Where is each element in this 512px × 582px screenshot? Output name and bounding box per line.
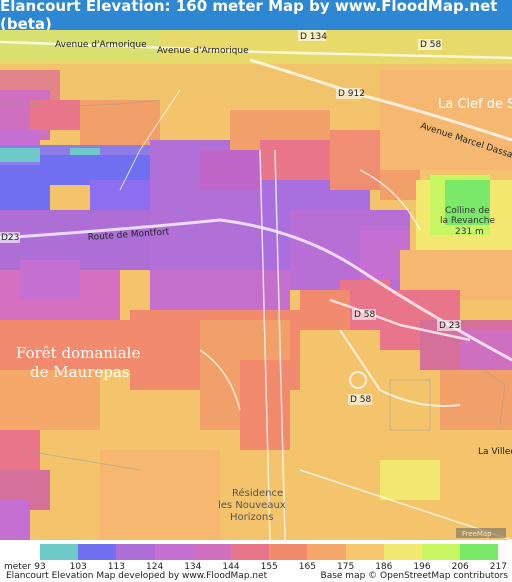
label-d23-left: D23	[1, 233, 19, 243]
label-residence: Résidence	[232, 487, 283, 499]
page-title: Elancourt Elevation: 160 meter Map by ww…	[0, 0, 498, 33]
legend-value-label: 165	[298, 562, 316, 572]
label-d58-mid: D 58	[354, 310, 376, 320]
legend-swatch	[154, 544, 193, 560]
map-canvas[interactable]: Avenue d'Armorique Avenue d'Armorique D …	[0, 30, 512, 540]
label-de-maurepas: de Maurepas	[30, 363, 130, 381]
label-la-revanche: la Revanche	[440, 216, 495, 226]
label-avenue-armorique-2: Avenue d'Armorique	[157, 46, 249, 56]
label-colline: Colline de	[445, 206, 490, 216]
footer-credit: Elancourt Elevation Map developed by www…	[6, 571, 268, 581]
legend-swatch	[40, 544, 79, 560]
label-avenue-armorique-1: Avenue d'Armorique	[55, 40, 147, 50]
legend-swatch	[307, 544, 346, 560]
label-horizons: Horizons	[230, 512, 273, 523]
label-d912: D 912	[338, 89, 365, 99]
legend-swatch	[345, 544, 384, 560]
legend-swatch	[230, 544, 270, 560]
label-la-villed: La Villed	[478, 447, 512, 457]
legend-swatch	[269, 544, 308, 560]
legend-swatch	[78, 544, 117, 560]
label-d134: D 134	[300, 32, 327, 42]
legend-swatch	[192, 544, 231, 560]
label-les-nouveaux: les Nouveaux	[218, 500, 286, 511]
watermark-logo: FreeMap	[456, 528, 506, 538]
svg-text:FreeMap: FreeMap	[462, 530, 492, 538]
label-d23-right: D 23	[439, 321, 460, 331]
legend-swatch	[116, 544, 155, 560]
label-foret-domaniale: Forêt domaniale	[16, 344, 140, 362]
legend-swatch	[421, 544, 461, 560]
legend-swatch	[383, 544, 422, 560]
footer-attribution: Base map © OpenStreetMap contributors	[320, 571, 508, 581]
legend-swatch	[460, 544, 499, 560]
label-altitude: 231 m	[455, 227, 484, 237]
legend-color-bar	[40, 544, 499, 560]
header-bar: Elancourt Elevation: 160 meter Map by ww…	[0, 0, 512, 33]
label-d58-low: D 58	[350, 395, 372, 405]
elevation-map[interactable]: Avenue d'Armorique Avenue d'Armorique D …	[0, 30, 512, 540]
label-d58-top: D 58	[420, 40, 442, 50]
label-la-clef: La Clef de S	[438, 97, 512, 112]
